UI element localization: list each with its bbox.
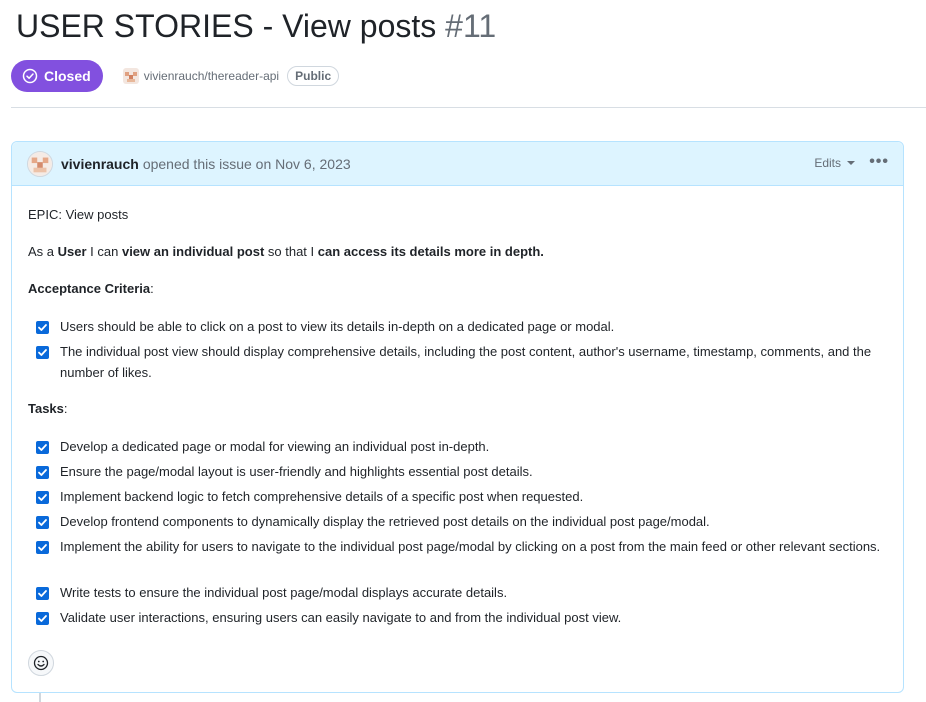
- story-bold: view an individual post: [121, 244, 265, 259]
- repo-info: vivienrauch/thereader-api Public: [122, 66, 340, 86]
- repo-link[interactable]: vivienrauch/thereader-api: [144, 69, 279, 83]
- task-item-text: Implement backend logic to fetch compreh…: [60, 489, 584, 504]
- task-item: Implement backend logic to fetch compreh…: [36, 488, 886, 507]
- checkbox-checked-icon[interactable]: [36, 587, 49, 600]
- task-item-text: Write tests to ensure the individual pos…: [60, 585, 508, 600]
- story-text: so that I: [264, 244, 318, 259]
- tasks-colon: :: [63, 401, 68, 416]
- acceptance-heading-text: Acceptance Criteria: [28, 281, 151, 296]
- tasks-heading: Tasks:: [28, 401, 68, 416]
- state-badge: Closed: [11, 60, 103, 92]
- story-bold: can access its details more in depth.: [317, 244, 544, 259]
- state-label: Closed: [44, 68, 91, 84]
- checkbox-checked-icon[interactable]: [36, 541, 49, 554]
- repo-owner-avatar[interactable]: [122, 68, 139, 84]
- task-item-text: Develop a dedicated page or modal for vi…: [60, 439, 490, 454]
- timeline-line: [39, 693, 41, 702]
- chevron-down-icon: [847, 161, 855, 165]
- task-item: Develop a dedicated page or modal for vi…: [36, 438, 886, 457]
- edits-label: Edits: [814, 156, 841, 170]
- task-item-text: Ensure the page/modal layout is user-fri…: [60, 464, 533, 479]
- add-reaction-button[interactable]: [28, 650, 54, 676]
- visibility-badge: Public: [287, 66, 340, 86]
- checkbox-checked-icon[interactable]: [36, 466, 49, 479]
- kebab-menu-icon[interactable]: •••: [869, 154, 889, 170]
- task-item-text: Validate user interactions, ensuring use…: [60, 610, 622, 625]
- task-item: Write tests to ensure the individual pos…: [36, 584, 886, 603]
- checkbox-checked-icon[interactable]: [36, 516, 49, 529]
- issue-number: #11: [445, 8, 497, 44]
- task-item: Develop frontend components to dynamical…: [36, 513, 886, 532]
- acceptance-item-text: Users should be able to click on a post …: [60, 319, 615, 334]
- story-text: As a: [28, 244, 58, 259]
- acceptance-item-text: The individual post view should display …: [60, 344, 872, 380]
- checkbox-checked-icon[interactable]: [36, 441, 49, 454]
- smiley-icon: [33, 655, 49, 671]
- edits-dropdown[interactable]: Edits: [814, 156, 855, 170]
- comment-opened-text: opened this issue on Nov 6, 2023: [142, 155, 351, 172]
- user-story: As a User I can view an individual post …: [28, 244, 544, 259]
- issue-title: USER STORIES - View posts #11: [16, 6, 496, 46]
- checkbox-checked-icon[interactable]: [36, 612, 49, 625]
- task-item-text: Implement the ability for users to navig…: [60, 539, 881, 554]
- task-item-text: Develop frontend components to dynamical…: [60, 514, 710, 529]
- acceptance-item: Users should be able to click on a post …: [36, 318, 886, 337]
- tasks-heading-text: Tasks: [28, 401, 64, 416]
- task-item: Implement the ability for users to navig…: [36, 538, 886, 557]
- story-bold: User: [57, 244, 87, 259]
- acceptance-item: The individual post view should display …: [36, 343, 886, 383]
- task-item: Ensure the page/modal layout is user-fri…: [36, 463, 886, 482]
- checkbox-checked-icon[interactable]: [36, 321, 49, 334]
- acceptance-colon: :: [150, 281, 154, 296]
- issue-title-text: USER STORIES - View posts: [16, 8, 437, 44]
- issue-meta: Closed vivienrauch/thereader-api Public: [11, 60, 340, 92]
- story-text: I can: [86, 244, 122, 259]
- task-item: Validate user interactions, ensuring use…: [36, 609, 886, 628]
- issue-comment: vivienrauch opened this issue on Nov 6, …: [11, 141, 904, 693]
- author-avatar[interactable]: [27, 150, 53, 177]
- header-divider: [11, 107, 926, 108]
- check-circle-icon: [22, 68, 38, 84]
- checkbox-checked-icon[interactable]: [36, 346, 49, 359]
- comment-header: vivienrauch opened this issue on Nov 6, …: [12, 142, 903, 186]
- acceptance-heading: Acceptance Criteria:: [28, 281, 154, 296]
- epic-line: EPIC: View posts: [28, 207, 129, 222]
- comment-author[interactable]: vivienrauch: [61, 156, 139, 172]
- checkbox-checked-icon[interactable]: [36, 491, 49, 504]
